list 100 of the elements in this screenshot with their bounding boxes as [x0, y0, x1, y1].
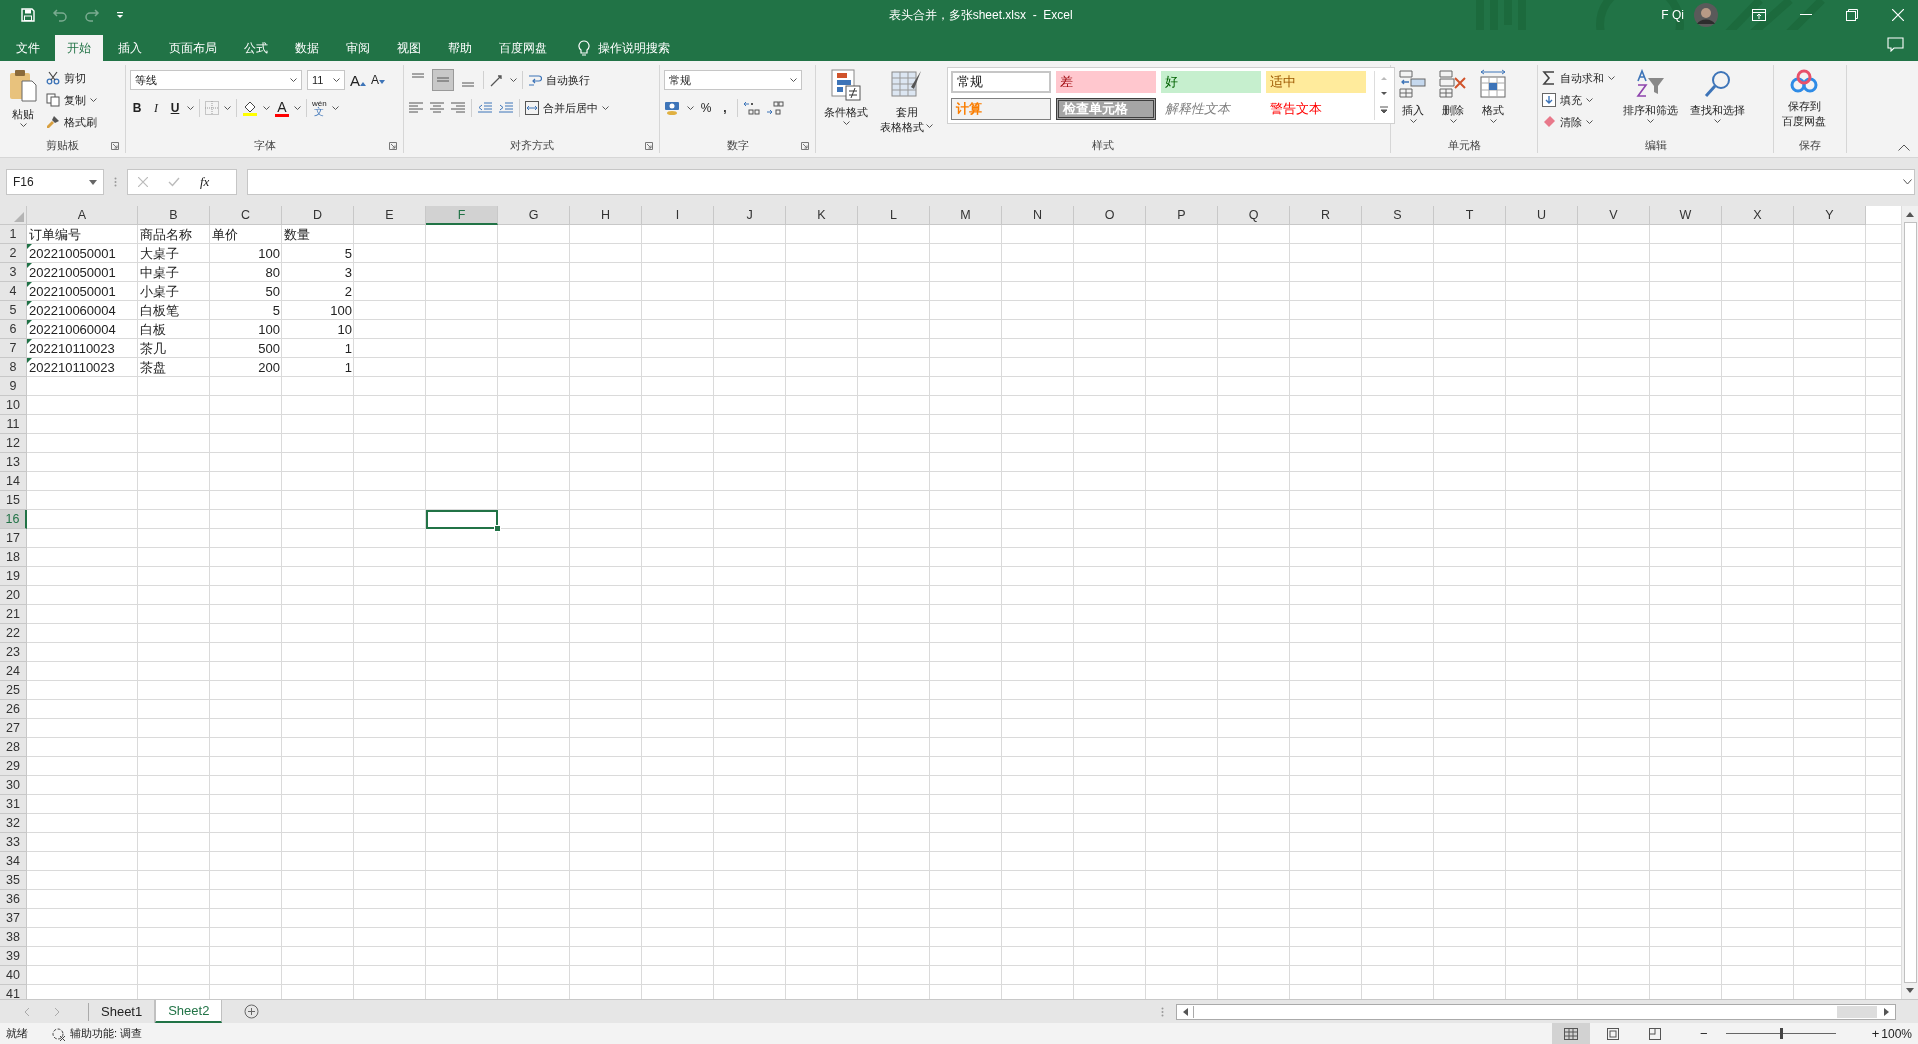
row-header[interactable]: 14	[0, 472, 27, 491]
row-header[interactable]: 40	[0, 966, 27, 985]
column-header[interactable]: P	[1146, 206, 1218, 225]
zoom-out-button[interactable]: −	[1700, 1026, 1708, 1041]
row-header[interactable]: 24	[0, 662, 27, 681]
row-header[interactable]: 31	[0, 795, 27, 814]
column-header[interactable]: H	[570, 206, 642, 225]
column-header[interactable]: I	[642, 206, 714, 225]
ribbon-tab[interactable]: 插入	[106, 35, 154, 61]
column-header[interactable]: F	[426, 206, 498, 225]
ribbon-tab[interactable]: 视图	[385, 35, 433, 61]
wrap-text-button[interactable]: 自动换行	[528, 71, 590, 89]
row-header[interactable]: 6	[0, 320, 27, 339]
row-header[interactable]: 28	[0, 738, 27, 757]
vertical-scrollbar[interactable]	[1901, 206, 1918, 999]
row-header[interactable]: 2	[0, 244, 27, 263]
collapse-ribbon-icon[interactable]	[1898, 144, 1910, 151]
row-header[interactable]: 29	[0, 757, 27, 776]
avatar-icon[interactable]	[1694, 3, 1718, 27]
row-header[interactable]: 17	[0, 529, 27, 548]
cell-style-item[interactable]: 差	[1056, 71, 1156, 93]
row-header[interactable]: 7	[0, 339, 27, 358]
sort-filter-button[interactable]: 排序和筛选	[1619, 67, 1682, 126]
cell-style-item[interactable]: 警告文本	[1266, 98, 1366, 120]
row-header[interactable]: 27	[0, 719, 27, 738]
ribbon-tab[interactable]: 审阅	[334, 35, 382, 61]
sheet-tab[interactable]: Sheet2	[155, 1000, 223, 1023]
find-select-button[interactable]: 查找和选择	[1686, 67, 1749, 126]
row-header[interactable]: 13	[0, 453, 27, 472]
scroll-right-icon[interactable]	[1883, 1006, 1891, 1017]
row-header[interactable]: 35	[0, 871, 27, 890]
cell-style-item[interactable]: 好	[1161, 71, 1261, 93]
insert-button[interactable]: 插入	[1395, 67, 1431, 126]
grow-font-button[interactable]: A	[350, 71, 366, 89]
currency-icon[interactable]	[664, 100, 682, 116]
column-header[interactable]: L	[858, 206, 930, 225]
bold-button[interactable]: B	[130, 101, 144, 115]
column-header[interactable]: A	[27, 206, 138, 225]
row-header[interactable]: 15	[0, 491, 27, 510]
font-color-button[interactable]: A	[275, 99, 289, 117]
row-header[interactable]: 12	[0, 434, 27, 453]
horizontal-align-icon[interactable]	[429, 101, 445, 115]
row-header[interactable]: 26	[0, 700, 27, 719]
ribbon-tab[interactable]: 页面布局	[157, 35, 229, 61]
column-header[interactable]: C	[210, 206, 282, 225]
row-header[interactable]: 10	[0, 396, 27, 415]
row-header[interactable]: 39	[0, 947, 27, 966]
column-header[interactable]: Y	[1794, 206, 1866, 225]
comment-icon[interactable]	[1887, 37, 1904, 52]
cell-style-item[interactable]: 适中	[1266, 71, 1366, 93]
row-header[interactable]: 38	[0, 928, 27, 947]
dialog-launcher-icon[interactable]	[645, 142, 653, 150]
column-header[interactable]: R	[1290, 206, 1362, 225]
ribbon-tab[interactable]: 公式	[232, 35, 280, 61]
column-header[interactable]: E	[354, 206, 426, 225]
search-field[interactable]: 操作说明搜索	[596, 40, 710, 56]
zoom-in-button[interactable]: +	[1871, 1026, 1880, 1041]
row-header[interactable]: 18	[0, 548, 27, 567]
format-painter-button[interactable]: 格式刷	[46, 113, 97, 131]
percent-button[interactable]: %	[699, 101, 713, 115]
minimize-icon[interactable]	[1800, 14, 1812, 16]
column-header[interactable]: B	[138, 206, 210, 225]
autosum-button[interactable]: 自动求和	[1542, 69, 1615, 87]
row-header[interactable]: 19	[0, 567, 27, 586]
row-header[interactable]: 8	[0, 358, 27, 377]
add-sheet-icon[interactable]	[244, 1004, 260, 1019]
row-header[interactable]: 11	[0, 415, 27, 434]
insert-function-button[interactable]: fx	[200, 174, 210, 190]
fill-color-icon[interactable]	[242, 100, 258, 116]
column-header[interactable]: Q	[1218, 206, 1290, 225]
row-header[interactable]: 20	[0, 586, 27, 605]
formula-input[interactable]	[247, 169, 1915, 195]
row-header[interactable]: 16	[0, 510, 27, 529]
conditional-format-button[interactable]: 条件格式	[820, 67, 872, 128]
merge-center-button[interactable]: 合并后居中	[525, 99, 609, 117]
row-header[interactable]: 37	[0, 909, 27, 928]
comma-button[interactable]: ,	[718, 101, 732, 115]
row-header[interactable]: 9	[0, 377, 27, 396]
underline-button[interactable]: U	[168, 101, 182, 115]
fill-button[interactable]: 填充	[1542, 91, 1615, 109]
zoom-slider-thumb[interactable]	[1779, 1028, 1783, 1039]
scroll-left-icon[interactable]	[1181, 1006, 1189, 1017]
phonetic-button[interactable]: wén 文	[312, 100, 327, 116]
clear-button[interactable]: 清除	[1542, 113, 1615, 131]
column-header[interactable]: D	[282, 206, 354, 225]
column-header[interactable]: K	[786, 206, 858, 225]
column-header[interactable]: J	[714, 206, 786, 225]
decrease-indent-icon[interactable]	[477, 101, 493, 115]
user-name[interactable]: F Qi	[1661, 8, 1684, 22]
paste-button[interactable]: 粘贴	[4, 67, 42, 130]
row-header[interactable]: 33	[0, 833, 27, 852]
text-orientation-icon[interactable]	[489, 72, 505, 88]
customize-icon[interactable]	[116, 11, 124, 19]
ribbon-tab[interactable]: 帮助	[436, 35, 484, 61]
scroll-up-icon[interactable]	[1905, 210, 1915, 218]
check-icon[interactable]	[168, 177, 180, 187]
font-size-dropdown[interactable]: 11	[307, 70, 345, 90]
ribbon-tab[interactable]: 数据	[283, 35, 331, 61]
horizontal-align-icon[interactable]	[408, 101, 424, 115]
scroll-down-icon[interactable]	[1905, 987, 1915, 995]
